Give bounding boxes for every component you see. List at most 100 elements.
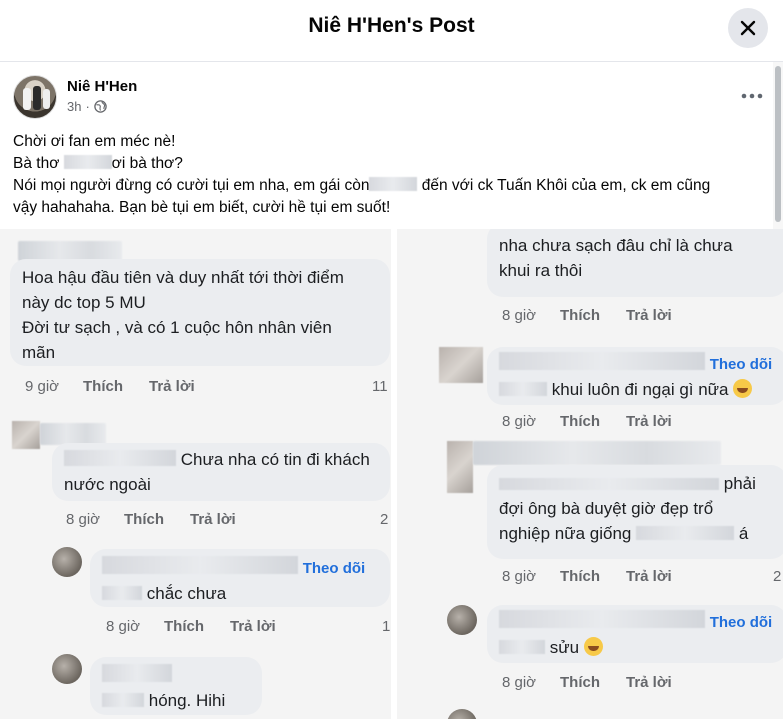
post-line-4: vậy hahahaha. Bạn bè tụi em biết, cười h… bbox=[13, 199, 391, 216]
comment-text: Chưa nha có tin đi khách bbox=[180, 450, 370, 469]
comment-actions: 8 giờ Thích Trả lời bbox=[106, 618, 276, 635]
reply-button[interactable]: Trả lời bbox=[626, 307, 672, 324]
comment-bubble: Theo dõi chắc chưa bbox=[90, 549, 390, 607]
collage-left-panel: Hoa hậu đầu tiên và duy nhất tới thời đi… bbox=[0, 229, 391, 719]
comment-text: phải bbox=[723, 474, 756, 493]
reply-button[interactable]: Trả lời bbox=[149, 378, 195, 395]
censored-avatar bbox=[447, 441, 473, 493]
comment-time[interactable]: 8 giờ bbox=[106, 618, 164, 635]
dialog-header: Niê H'Hen's Post bbox=[0, 0, 783, 62]
comment-bubble: phải đợi ông bà duyệt giờ đẹp trổ nghiệp… bbox=[487, 465, 783, 559]
censored-name bbox=[102, 586, 142, 600]
censored-name bbox=[499, 640, 545, 654]
comment-bubble: Chưa nha có tin đi khách nước ngoài bbox=[52, 443, 390, 501]
reaction-count: 2 bbox=[773, 568, 782, 585]
comment-bubble: Hoa hậu đầu tiên và duy nhất tới thời đi… bbox=[10, 259, 390, 366]
censored-name bbox=[499, 352, 705, 370]
censored-name bbox=[18, 241, 122, 261]
close-icon bbox=[740, 20, 756, 36]
meta-separator: · bbox=[85, 99, 90, 114]
close-button[interactable] bbox=[728, 8, 768, 48]
comment-actions: 9 giờ Thích Trả lời bbox=[25, 378, 195, 395]
comment-actions: 8 giờ Thích Trả lời bbox=[502, 307, 672, 324]
comment-actions: 8 giờ Thích Trả lời bbox=[502, 413, 672, 430]
reply-button[interactable]: Trả lời bbox=[626, 674, 672, 691]
reply-button[interactable]: Trả lời bbox=[230, 618, 276, 635]
like-button[interactable]: Thích bbox=[124, 511, 190, 528]
comment-time[interactable]: 8 giờ bbox=[502, 307, 560, 324]
author-name[interactable]: Niê H'Hen bbox=[67, 78, 137, 95]
comment-text: nước ngoài bbox=[64, 475, 151, 494]
grinning-face-icon bbox=[583, 637, 603, 656]
post-image-collage[interactable]: Hoa hậu đầu tiên và duy nhất tới thời đi… bbox=[0, 229, 783, 719]
comment-bubble: nha chưa sạch đâu chỉ là chưa khui ra th… bbox=[487, 229, 783, 297]
comment-actions: 8 giờ Thích Trả lời bbox=[502, 568, 672, 585]
post-line-3: Nói mọi người đừng có cười tụi em nha, e… bbox=[13, 177, 711, 194]
comment-text: hóng. Hihi bbox=[148, 691, 226, 710]
comment-time[interactable]: 9 giờ bbox=[25, 378, 83, 395]
comment-actions: 8 giờ Thích Trả lời bbox=[502, 674, 672, 691]
censored-name bbox=[40, 423, 106, 445]
globe-icon bbox=[94, 100, 107, 113]
censored-name bbox=[499, 610, 705, 628]
reaction-count: 1 bbox=[382, 618, 391, 635]
censored-name bbox=[499, 382, 547, 396]
dialog-title: Niê H'Hen's Post bbox=[308, 14, 475, 37]
author-avatar[interactable] bbox=[13, 75, 57, 119]
censored-name bbox=[102, 693, 144, 707]
comment-bubble: Theo dõi khui luôn đi ngại gì nữa bbox=[487, 347, 783, 405]
comment-actions: 8 giờ Thích Trả lời bbox=[66, 511, 236, 528]
follow-button[interactable]: Theo dõi bbox=[710, 614, 773, 631]
commenter-avatar bbox=[447, 605, 477, 635]
comment-text: khui luôn đi ngại gì nữa bbox=[551, 380, 729, 399]
comment-text: mãn bbox=[22, 343, 56, 362]
follow-button[interactable]: Theo dõi bbox=[303, 560, 366, 577]
like-button[interactable]: Thích bbox=[560, 674, 626, 691]
censored-name bbox=[473, 441, 721, 465]
reaction-count: 2 bbox=[380, 511, 389, 528]
reply-button[interactable]: Trả lời bbox=[626, 413, 672, 430]
like-button[interactable]: Thích bbox=[560, 307, 626, 324]
comment-time[interactable]: 8 giờ bbox=[502, 413, 560, 430]
censored-name bbox=[102, 556, 298, 574]
like-button[interactable]: Thích bbox=[164, 618, 230, 635]
scrollbar-thumb[interactable] bbox=[775, 66, 781, 222]
more-options-button[interactable] bbox=[738, 86, 766, 106]
censored-name bbox=[64, 450, 176, 466]
comment-time[interactable]: 8 giờ bbox=[66, 511, 124, 528]
post-line-2: Bà thơ ơi bà thơ? bbox=[13, 155, 183, 172]
comment-bubble: hóng. Hihi bbox=[90, 657, 262, 715]
reply-button[interactable]: Trả lời bbox=[626, 568, 672, 585]
comment-time[interactable]: 8 giờ bbox=[502, 568, 560, 585]
censored-text bbox=[636, 526, 735, 540]
commenter-avatar bbox=[52, 547, 82, 577]
post-meta: 3h · bbox=[67, 99, 107, 114]
more-horizontal-icon bbox=[741, 93, 763, 99]
comment-text: khui ra thôi bbox=[499, 261, 583, 280]
comment-time[interactable]: 8 giờ bbox=[502, 674, 560, 691]
reply-button[interactable]: Trả lời bbox=[190, 511, 236, 528]
collage-right-panel: nha chưa sạch đâu chỉ là chưa khui ra th… bbox=[397, 229, 783, 719]
comment-text: sửu bbox=[549, 638, 580, 657]
comment-text: này dc top 5 MU bbox=[22, 293, 146, 312]
post-line-1: Chời ơi fan em méc nè! bbox=[13, 133, 176, 150]
comment-text: nghiệp nữa giống bbox=[499, 524, 632, 543]
comment-text: Đời tư sạch , và có 1 cuộc hôn nhân viên bbox=[22, 318, 332, 337]
reaction-count: 11 bbox=[372, 378, 388, 395]
comment-text: á bbox=[738, 524, 749, 543]
commenter-avatar bbox=[52, 654, 82, 684]
grinning-face-icon bbox=[733, 379, 753, 398]
follow-button[interactable]: Theo dõi bbox=[710, 356, 773, 373]
censored-text bbox=[63, 155, 112, 169]
commenter-avatar bbox=[447, 709, 477, 719]
like-button[interactable]: Thích bbox=[560, 568, 626, 585]
comment-text: Hoa hậu đầu tiên và duy nhất tới thời đi… bbox=[22, 268, 344, 287]
post-time[interactable]: 3h bbox=[67, 99, 81, 114]
comment-text: nha chưa sạch đâu chỉ là chưa bbox=[499, 236, 733, 255]
like-button[interactable]: Thích bbox=[83, 378, 149, 395]
like-button[interactable]: Thích bbox=[560, 413, 626, 430]
comment-text: chắc chưa bbox=[146, 584, 227, 603]
censored-avatar bbox=[12, 421, 40, 449]
comment-text: đợi ông bà duyệt giờ đẹp trổ bbox=[499, 499, 714, 518]
censored-avatar bbox=[439, 347, 483, 383]
